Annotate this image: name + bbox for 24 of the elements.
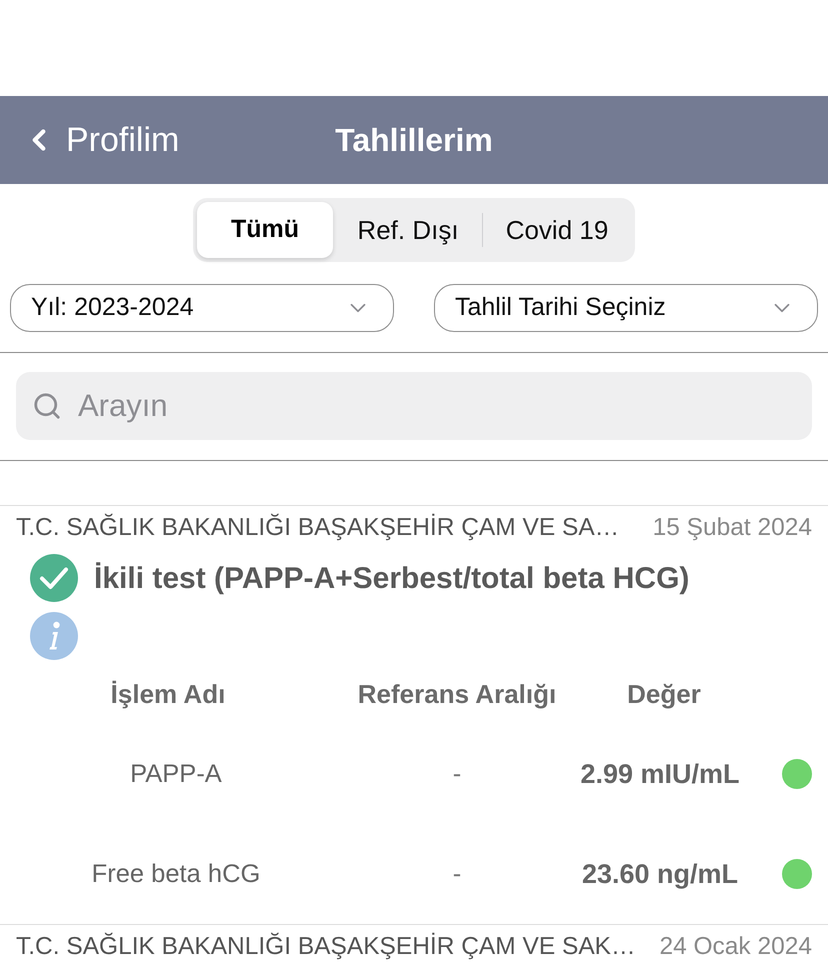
institution-name: T.C. SAĞLIK BAKANLIĞI BAŞAKŞEHİR ÇAM VE SAK…	[16, 932, 636, 962]
test-name: PAPP-A	[130, 758, 222, 790]
test-title: İkili test (PAPP-A+Serbest/total beta HCG)	[94, 560, 690, 596]
info-icon[interactable]	[30, 612, 78, 660]
segment-tab[interactable]: Covid 19	[483, 202, 631, 258]
dropdown-select[interactable]: Yıl: 2023-2024	[10, 284, 394, 332]
search-icon	[32, 391, 62, 421]
column-header: Değer	[627, 678, 701, 710]
result-value: 2.99 mIU/mL	[580, 758, 740, 791]
segment-tab[interactable]: Tümü	[197, 202, 333, 258]
reference-range: -	[452, 758, 462, 790]
test-name: Free beta hCG	[92, 858, 260, 890]
dropdown-select[interactable]: Tahlil Tarihi Seçiniz	[434, 284, 818, 332]
result-date: 15 Şubat 2024	[652, 512, 812, 543]
segment-tab[interactable]: Ref. Dışı	[334, 202, 482, 258]
result-date: 24 Ocak 2024	[659, 932, 812, 962]
reference-range: -	[452, 858, 462, 890]
result-value: 23.60 ng/mL	[582, 858, 738, 891]
institution-name: T.C. SAĞLIK BAKANLIĞI BAŞAKŞEHİR ÇAM VE SA…	[16, 512, 620, 543]
column-header: İşlem Adı	[110, 678, 226, 710]
column-header: Referans Aralığı	[358, 678, 556, 710]
search-field[interactable]: Arayın	[16, 372, 812, 440]
back-button[interactable]: Profilim	[22, 114, 180, 166]
page-title: Tahlillerim	[335, 121, 493, 160]
